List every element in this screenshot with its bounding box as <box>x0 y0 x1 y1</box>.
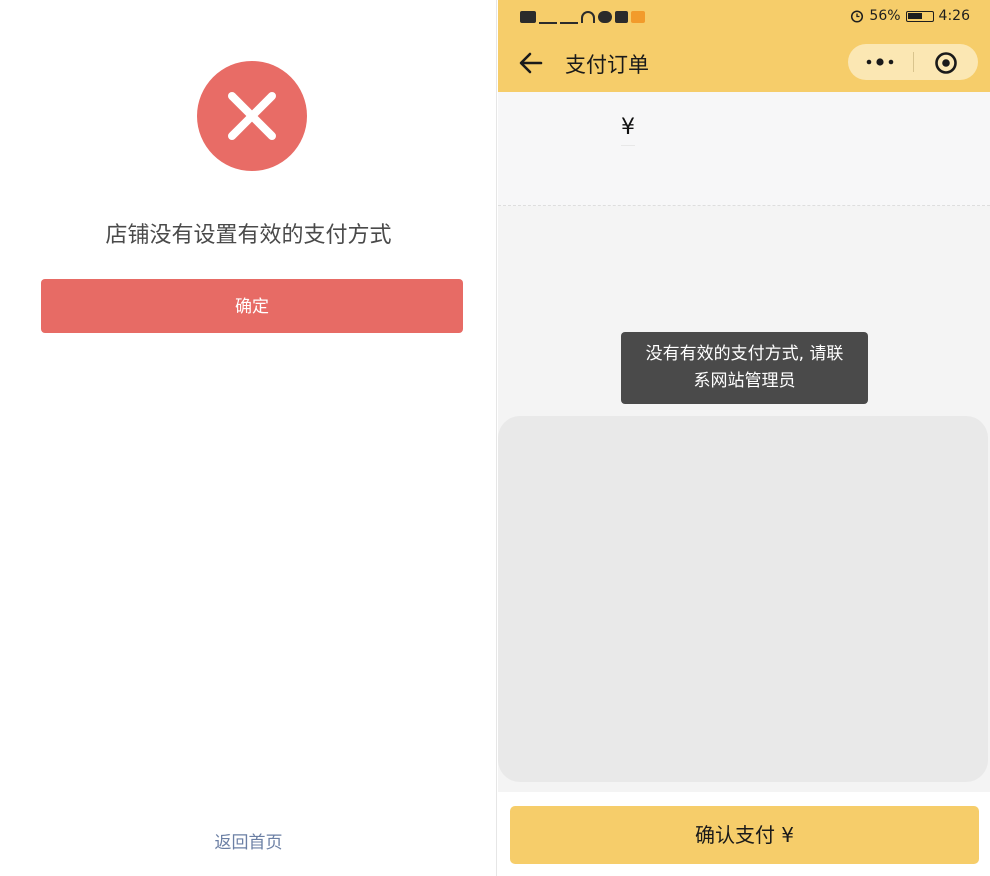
status-bar: 56% 4:26 <box>498 0 990 36</box>
error-icon <box>197 61 307 171</box>
battery-icon <box>905 10 934 22</box>
signal-4g-icon <box>560 10 578 24</box>
payment-error-page: 店铺没有设置有效的支付方式 确定 返回首页 <box>0 0 497 876</box>
back-arrow-icon[interactable] <box>518 50 544 76</box>
tiktok-icon <box>615 11 628 23</box>
target-circle-icon[interactable] <box>934 51 958 75</box>
alarm-icon <box>851 10 864 23</box>
chat-icon <box>598 11 612 23</box>
status-time: 4:26 <box>938 8 970 24</box>
hd-icon <box>520 11 536 23</box>
wifi-icon <box>581 11 595 23</box>
status-right: 56% 4:26 <box>850 8 970 24</box>
nav-bar: 支付订单 <box>498 36 990 92</box>
close-x-icon <box>228 92 276 140</box>
more-dots-icon[interactable] <box>865 54 895 70</box>
currency-symbol: ¥ <box>621 115 635 146</box>
miniprogram-capsule <box>848 44 978 80</box>
confirm-pay-button[interactable]: 确认支付 ¥ <box>510 806 979 864</box>
payment-methods-panel <box>498 416 988 782</box>
confirm-button[interactable]: 确定 <box>41 279 463 333</box>
amount-input-area[interactable]: ¥ <box>498 92 990 206</box>
bottom-bar: 确认支付 ¥ <box>498 792 990 876</box>
error-message: 店铺没有设置有效的支付方式 <box>105 223 392 248</box>
signal-4g-icon <box>539 10 557 24</box>
status-icons <box>520 10 645 24</box>
back-to-home-link[interactable]: 返回首页 <box>0 828 497 853</box>
capsule-divider <box>913 52 914 72</box>
pay-order-screen: 56% 4:26 支付订单 ¥ 没有有效的支付方式, 请联系网站管理员 确认支付… <box>498 0 990 876</box>
battery-percent: 56% <box>869 8 901 24</box>
page-title: 支付订单 <box>565 53 649 77</box>
error-toast: 没有有效的支付方式, 请联系网站管理员 <box>621 332 868 404</box>
mail-icon <box>631 11 645 23</box>
